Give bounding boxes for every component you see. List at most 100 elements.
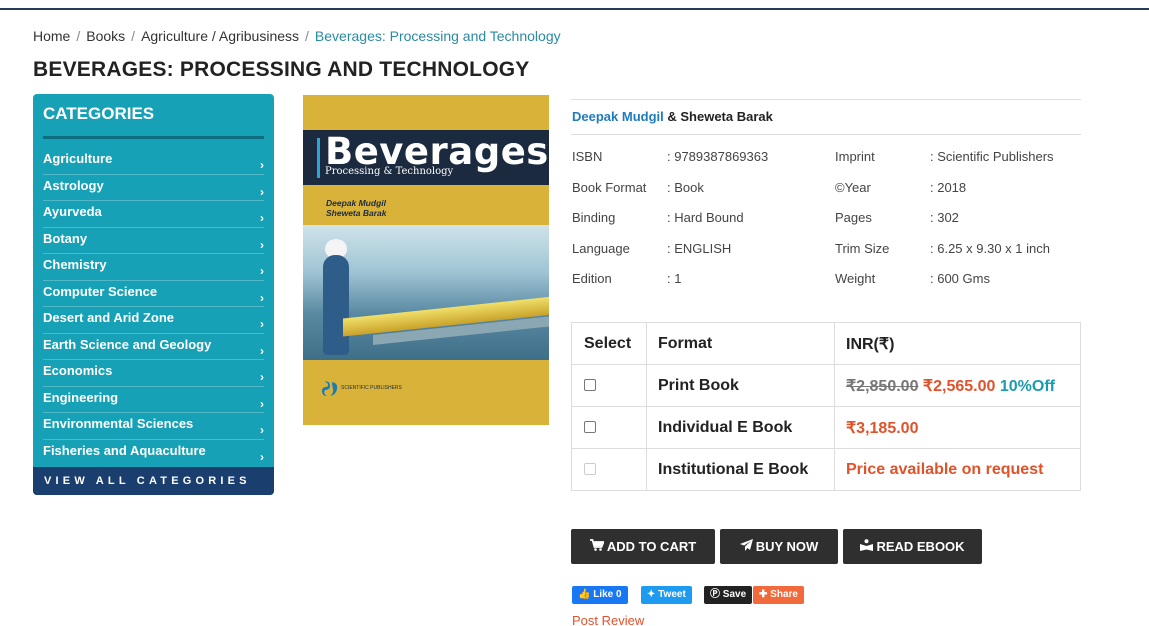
categories-heading: CATEGORIES [43, 104, 155, 123]
chevron-right-icon: › [260, 317, 264, 331]
publisher-logo-icon [322, 381, 338, 396]
view-all-categories-button[interactable]: VIEW ALL CATEGORIES [33, 467, 274, 495]
meta-value: : 302 [930, 210, 959, 225]
sidebar-item-desert-and-arid-zone[interactable]: Desert and Arid Zone › [43, 307, 264, 334]
sidebar-item-agriculture[interactable]: Agriculture › [43, 148, 264, 175]
meta-row: ISBN : 9789387869363 [572, 149, 832, 167]
discount-badge: 10%Off [999, 377, 1055, 395]
breadcrumb-separator: / [131, 28, 136, 44]
sidebar-item-label: Engineering [43, 389, 119, 405]
price-table-header: Select Format INR(₹) [571, 322, 1081, 365]
format-label: Individual E Book [646, 406, 835, 449]
meta-row: Weight: 600 Gms [835, 271, 1095, 289]
price-cell: Price available on request [834, 448, 1081, 491]
chevron-right-icon: › [260, 370, 264, 384]
divider [571, 134, 1081, 135]
sidebar-item-engineering[interactable]: Engineering › [43, 387, 264, 413]
tweet-label: Tweet [658, 589, 686, 600]
chevron-right-icon: › [260, 264, 264, 278]
sidebar-item-label: Botany [43, 230, 88, 246]
sidebar-item-ayurveda[interactable]: Ayurveda › [43, 201, 264, 228]
meta-value: : 9789387869363 [667, 149, 769, 164]
meta-label: Edition [572, 271, 612, 286]
buy-now-button[interactable]: BUY NOW [720, 529, 838, 564]
chevron-right-icon: › [260, 423, 264, 437]
old-price: ₹2,850.00 [846, 377, 919, 395]
breadcrumb-agriculture[interactable]: Agriculture / Agribusiness [141, 28, 299, 44]
facebook-like-button[interactable]: 👍 Like 0 [572, 586, 628, 604]
sidebar-item-earth-science-and-geology[interactable]: Earth Science and Geology › [43, 334, 264, 360]
sidebar-item-environmental-sciences[interactable]: Environmental Sciences › [43, 413, 264, 440]
buy-now-label: BUY NOW [755, 539, 819, 554]
reader-icon [860, 530, 874, 565]
chevron-right-icon: › [260, 211, 264, 225]
meta-row: Book Format : Book [572, 180, 832, 198]
sidebar-item-label: Astrology [43, 177, 104, 193]
sidebar-item-botany[interactable]: Botany › [43, 228, 264, 254]
pinterest-icon: Ⓟ [710, 589, 720, 600]
tweet-button[interactable]: ✦ Tweet [641, 586, 692, 604]
select-checkbox[interactable] [584, 379, 596, 392]
sidebar-item-label: Ayurveda [43, 204, 102, 219]
categories-sidebar: CATEGORIES Agriculture › Astrology › Ayurved… [33, 94, 274, 495]
header-format: Format [646, 322, 835, 365]
chevron-right-icon: › [260, 184, 264, 199]
meta-label: ISBN [572, 149, 603, 164]
sidebar-item-chemistry[interactable]: Chemistry › [43, 254, 264, 281]
select-checkbox[interactable] [584, 421, 596, 434]
format-label: Print Book [646, 364, 835, 407]
meta-row: Pages: 302 [835, 210, 1095, 228]
table-row: Institutional E Book Price available on … [571, 448, 1081, 491]
breadcrumb-books[interactable]: Books [86, 28, 125, 44]
top-border [0, 8, 1149, 10]
meta-value: : Scientific Publishers [930, 149, 1054, 164]
format-label: Institutional E Book [646, 448, 835, 491]
sidebar-item-label: Agriculture [43, 151, 113, 166]
cover-title-band: Beverages Processing & Technology [303, 130, 549, 185]
post-review-link[interactable]: Post Review [572, 613, 644, 626]
meta-row: Language: ENGLISH [572, 241, 832, 259]
cover-authors: Deepak Mudgil Sheweta Barak [326, 198, 386, 218]
sidebar-item-label: Earth Science and Geology [43, 336, 212, 352]
table-row: Print Book ₹2,850.00 ₹2,565.00 10%Off [571, 364, 1081, 407]
cover-author-1: Deepak Mudgil [326, 198, 386, 208]
meta-value: : 1 [667, 271, 682, 286]
price-table: Select Format INR(₹) Print Book ₹2,850.0… [571, 322, 1081, 491]
cover-author-2: Sheweta Barak [326, 208, 387, 218]
breadcrumb-separator: / [305, 28, 309, 44]
read-ebook-button[interactable]: READ EBOOK [843, 529, 982, 564]
plus-icon: ✚ [759, 589, 768, 600]
meta-row: Trim Size: 6.25 x 9.30 x 1 inch [835, 241, 1095, 259]
sidebar-item-economics[interactable]: Economics › [43, 360, 264, 387]
sale-price: ₹3,185.00 [846, 419, 919, 437]
breadcrumb: Home / Books / Agriculture / Agribusiness / Be… [33, 28, 561, 44]
share-label: Share [770, 589, 798, 600]
header-price: INR(₹) [834, 322, 1081, 365]
meta-label: Weight [835, 271, 876, 286]
meta-label: Book Format [572, 179, 647, 195]
paper-plane-icon [739, 530, 753, 565]
share-button[interactable]: ✚ Share [753, 586, 804, 604]
meta-value: : Hard Bound [667, 210, 744, 225]
author-link[interactable]: Deepak Mudgil [572, 109, 664, 124]
meta-value: : Book [667, 179, 704, 195]
price-cell: ₹3,185.00 [834, 406, 1081, 449]
sidebar-item-fisheries-and-aquaculture[interactable]: Fisheries and Aquaculture › [43, 440, 264, 467]
book-authors: Deepak Mudgil & Sheweta Barak [572, 109, 773, 124]
chevron-right-icon: › [260, 158, 264, 172]
breadcrumb-current[interactable]: Beverages: Processing and Technology [315, 28, 561, 44]
sidebar-item-computer-science[interactable]: Computer Science › [43, 281, 264, 307]
meta-label: Language [572, 240, 630, 256]
author-rest: & Sheweta Barak [663, 109, 773, 124]
chevron-right-icon: › [260, 343, 264, 358]
sidebar-item-label: Economics [43, 363, 113, 378]
page-title: BEVERAGES: PROCESSING AND TECHNOLOGY [33, 58, 530, 81]
sidebar-item-label: Fisheries and Aquaculture [43, 442, 206, 458]
add-to-cart-button[interactable]: ADD TO CART [571, 529, 715, 564]
meta-row: Binding: Hard Bound [572, 210, 832, 228]
breadcrumb-home[interactable]: Home [33, 28, 70, 44]
meta-row: Edition : 1 [572, 271, 832, 289]
price-cell: ₹2,850.00 ₹2,565.00 10%Off [834, 364, 1081, 407]
pinterest-save-button[interactable]: Ⓟ Save [704, 586, 753, 604]
sidebar-item-astrology[interactable]: Astrology › [43, 175, 264, 201]
